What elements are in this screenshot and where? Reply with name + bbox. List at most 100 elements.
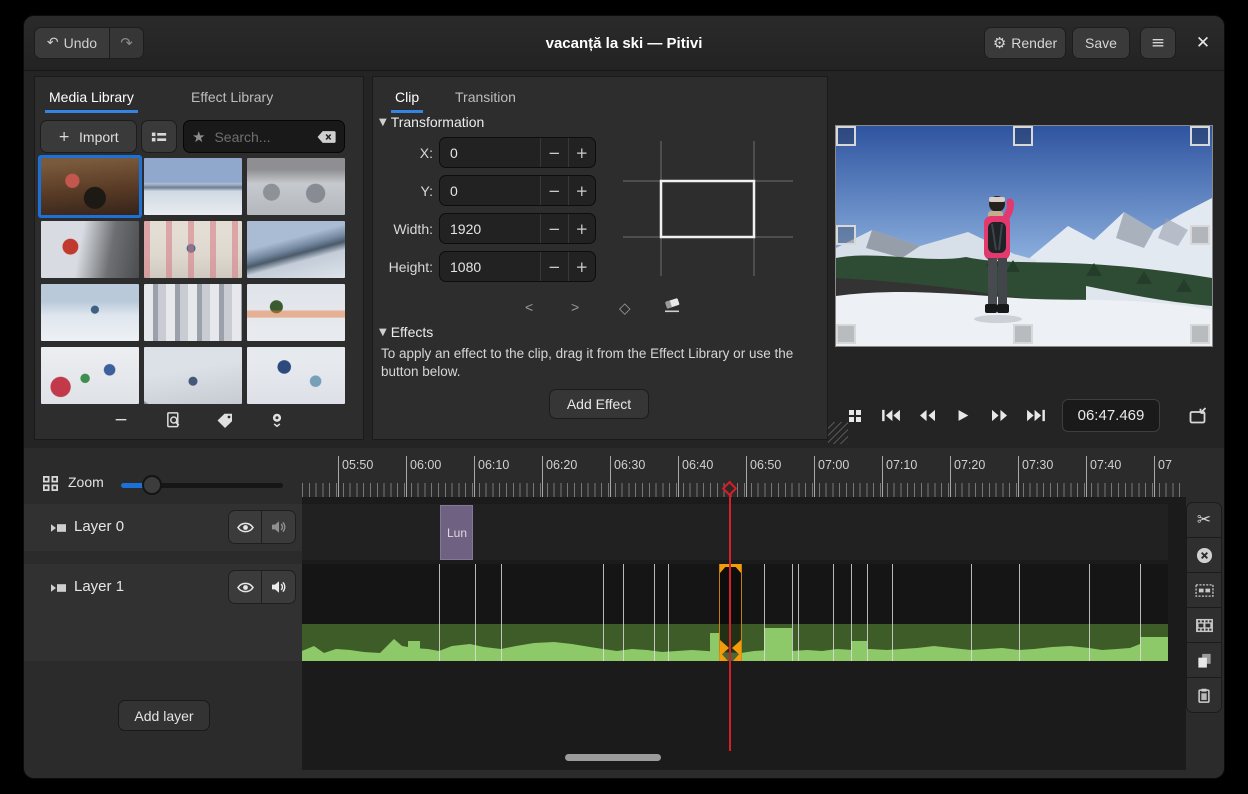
copy-button[interactable]	[1186, 642, 1222, 678]
playhead-line[interactable]	[729, 481, 731, 751]
transform-handle[interactable]	[1190, 324, 1210, 344]
layer-1-visibility-button[interactable]	[228, 570, 262, 604]
x-decrement-button[interactable]: −	[540, 138, 568, 167]
transform-handle[interactable]	[836, 324, 856, 344]
add-effect-button[interactable]: Add Effect	[549, 389, 649, 419]
reset-eraser-icon[interactable]	[661, 296, 683, 314]
media-clip-thumbnail[interactable]	[144, 284, 242, 341]
ruler-tick-label: 06:50	[750, 458, 781, 472]
trim-handle-right[interactable]	[732, 640, 741, 656]
effects-expander[interactable]: ▼ Effects	[379, 324, 433, 340]
zoom-fit-button[interactable]	[38, 471, 62, 495]
media-clip-thumbnail[interactable]	[247, 284, 345, 341]
tab-media-library[interactable]: Media Library	[45, 84, 138, 113]
media-clip-thumbnail[interactable]	[41, 221, 139, 278]
height-label: Height:	[373, 259, 439, 275]
zoom-slider-handle[interactable]	[142, 475, 162, 495]
search-input[interactable]	[212, 128, 310, 146]
transform-handle[interactable]	[836, 126, 856, 146]
trim-handle-left[interactable]	[720, 640, 729, 656]
add-layer-button[interactable]: Add layer	[118, 700, 210, 731]
undo-button[interactable]: ↶ Undo	[34, 27, 110, 59]
play-button[interactable]	[948, 401, 978, 431]
x-increment-button[interactable]: +	[568, 138, 596, 167]
layer-1-header[interactable]: Layer 1	[24, 564, 302, 661]
viewer-preview[interactable]	[836, 126, 1212, 346]
main-menu-button[interactable]: ≡	[1140, 27, 1176, 59]
redo-button[interactable]: ↷	[110, 27, 144, 59]
next-keyframe-button[interactable]: >	[571, 299, 579, 315]
forward-button[interactable]	[984, 401, 1014, 431]
tags-button[interactable]	[212, 408, 238, 432]
media-clip-thumbnail[interactable]	[247, 221, 345, 278]
clear-search-icon[interactable]	[317, 130, 336, 144]
ruler-tick-label: 06:20	[546, 458, 577, 472]
media-clip-thumbnail[interactable]	[41, 347, 139, 404]
height-increment-button[interactable]: +	[568, 252, 596, 281]
import-button[interactable]: + Import	[40, 120, 137, 153]
transform-handle[interactable]	[836, 225, 856, 245]
keyframe-diamond-icon[interactable]: ◇	[619, 299, 631, 317]
layer-1-mute-button[interactable]	[262, 570, 296, 604]
clip-properties-button[interactable]	[160, 408, 186, 432]
tab-clip[interactable]: Clip	[391, 84, 423, 113]
save-button[interactable]: Save	[1072, 27, 1130, 59]
media-clip-thumbnail[interactable]	[247, 158, 345, 215]
media-clip-thumbnail[interactable]	[41, 284, 139, 341]
list-view-toggle-button[interactable]	[141, 120, 177, 153]
paste-button[interactable]	[1186, 677, 1222, 713]
layer-0-header[interactable]: Layer 0	[24, 504, 302, 551]
remove-clip-button[interactable]: −	[108, 408, 134, 432]
transformation-expander[interactable]: ▼ Transformation	[379, 114, 484, 130]
rewind-button[interactable]	[912, 401, 942, 431]
tab-transition[interactable]: Transition	[451, 84, 520, 110]
prev-keyframe-button[interactable]: <	[525, 299, 533, 315]
timeline-tracks[interactable]: Lun	[302, 497, 1186, 770]
ungroup-button[interactable]	[1186, 572, 1222, 608]
y-decrement-button[interactable]: −	[540, 176, 568, 205]
media-clip-thumbnail[interactable]	[144, 158, 242, 215]
media-clip-thumbnail[interactable]	[247, 347, 345, 404]
timeline-toolbar: ✂	[1186, 502, 1222, 713]
media-clip-thumbnail[interactable]	[144, 221, 242, 278]
delete-button[interactable]	[1186, 537, 1222, 573]
group-button[interactable]	[1186, 607, 1222, 643]
layer-0-mute-button[interactable]	[262, 510, 296, 544]
clip-cut-line	[1140, 564, 1141, 661]
height-field[interactable]	[440, 252, 540, 281]
render-button[interactable]: ⚙ Render	[984, 27, 1066, 59]
title-clip[interactable]: Lun	[440, 505, 473, 560]
transform-handle[interactable]	[1013, 324, 1033, 344]
clip-cut-line	[867, 564, 868, 661]
media-clip-thumbnail[interactable]	[41, 158, 139, 215]
transform-handle[interactable]	[1013, 126, 1033, 146]
tab-effect-library[interactable]: Effect Library	[187, 84, 277, 110]
toggle-safe-areas-button[interactable]	[840, 401, 870, 431]
undock-viewer-button[interactable]	[1186, 404, 1210, 428]
transformation-preview-diagram[interactable]	[623, 141, 793, 276]
height-decrement-button[interactable]: −	[540, 252, 568, 281]
height-spinner: − +	[439, 251, 596, 282]
split-button[interactable]: ✂	[1186, 502, 1222, 538]
pitivi-window: ↶ Undo ↷ vacanță la ski — Pitivi ⚙ Rende…	[0, 0, 1248, 794]
y-field[interactable]	[440, 176, 540, 205]
seek-end-button[interactable]	[1020, 401, 1050, 431]
y-increment-button[interactable]: +	[568, 176, 596, 205]
width-increment-button[interactable]: +	[568, 214, 596, 243]
x-field[interactable]	[440, 138, 540, 167]
width-decrement-button[interactable]: −	[540, 214, 568, 243]
filter-button[interactable]	[264, 408, 290, 432]
expander-triangle-icon: ▼	[379, 117, 387, 128]
transform-handle[interactable]	[1190, 126, 1210, 146]
timeline-ruler[interactable]: 05:5006:0006:1006:2006:3006:4006:5007:00…	[302, 455, 1186, 497]
layer-0-visibility-button[interactable]	[228, 510, 262, 544]
seek-start-button[interactable]	[876, 401, 906, 431]
media-clip-thumbnail[interactable]	[144, 347, 242, 404]
width-field[interactable]	[440, 214, 540, 243]
timecode-entry[interactable]: 06:47.469	[1062, 399, 1160, 432]
video-layer-icon	[50, 581, 67, 595]
close-window-button[interactable]: ✕	[1186, 27, 1220, 59]
clip-cut-line	[798, 564, 799, 661]
horizontal-scrollbar[interactable]	[565, 754, 661, 761]
transform-handle[interactable]	[1190, 225, 1210, 245]
